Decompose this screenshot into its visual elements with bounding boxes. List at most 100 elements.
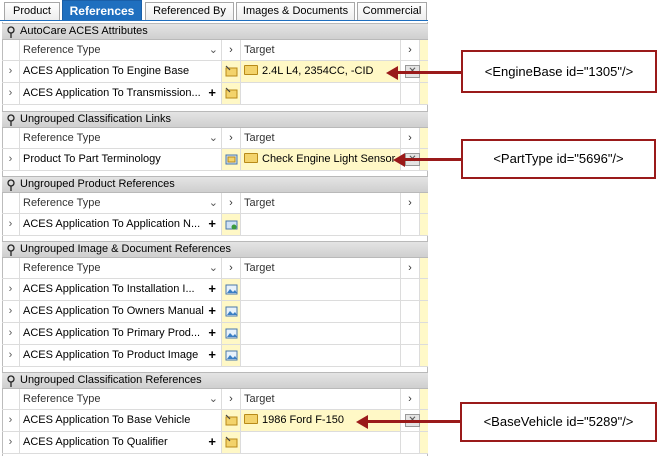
target-cell[interactable] (241, 432, 401, 453)
row-selector[interactable]: › (2, 61, 20, 82)
table-row[interactable]: › ACES Application To Qualifier + (2, 432, 428, 454)
reference-type-header[interactable]: Reference Type ⌄ (20, 258, 222, 278)
expand-arrow[interactable] (401, 432, 420, 453)
expand-arrow[interactable] (401, 214, 420, 235)
target-cell[interactable] (241, 301, 401, 322)
folder-link-icon[interactable] (222, 61, 241, 82)
add-icon[interactable]: + (208, 83, 216, 103)
pin-icon[interactable] (6, 26, 16, 38)
reference-type-cell: ACES Application To Product Image + (20, 345, 222, 366)
target-header[interactable]: Target (241, 258, 401, 278)
expand-arrow[interactable]: › (401, 40, 420, 60)
add-icon[interactable]: + (208, 301, 216, 321)
expand-arrow[interactable] (401, 345, 420, 366)
pin-icon[interactable] (6, 179, 16, 191)
chevron-down-icon[interactable]: ⌄ (209, 40, 218, 60)
table-row[interactable]: › Product To Part Terminology Check Engi… (2, 149, 428, 171)
expand-arrow[interactable]: › (401, 128, 420, 148)
row-selector[interactable]: › (2, 410, 20, 431)
pin-icon[interactable] (6, 244, 16, 256)
expand-arrow[interactable]: › (222, 193, 241, 213)
row-selector[interactable]: › (2, 214, 20, 235)
expand-arrow[interactable] (401, 83, 420, 104)
reference-type-header[interactable]: Reference Type ⌄ (20, 389, 222, 409)
pin-icon[interactable] (6, 114, 16, 126)
expand-arrow[interactable]: › (222, 389, 241, 409)
expand-arrow[interactable] (401, 279, 420, 300)
expand-arrow[interactable]: › (222, 40, 241, 60)
expand-arrow[interactable]: › (401, 193, 420, 213)
expand-arrow[interactable]: › (222, 258, 241, 278)
expand-arrow[interactable]: › (222, 128, 241, 148)
reference-type-header[interactable]: Reference Type ⌄ (20, 128, 222, 148)
folder-icon (244, 65, 258, 76)
target-header[interactable]: Target (241, 128, 401, 148)
table-row[interactable]: › ACES Application To Engine Base 2.4L L… (2, 61, 428, 83)
annotation-arrow (403, 158, 462, 161)
expand-arrow[interactable]: › (401, 258, 420, 278)
add-icon[interactable]: + (208, 323, 216, 343)
reference-type-header[interactable]: Reference Type ⌄ (20, 193, 222, 213)
chevron-down-icon[interactable]: ⌄ (209, 128, 218, 148)
tab-referenced-by[interactable]: Referenced By (145, 2, 234, 21)
tab-images-documents[interactable]: Images & Documents (236, 2, 355, 21)
chevron-down-icon[interactable]: ⌄ (209, 389, 218, 409)
delete-column (420, 193, 428, 213)
expand-arrow[interactable] (401, 301, 420, 322)
column-header-row: Reference Type ⌄ › Target › (2, 40, 428, 61)
row-selector[interactable]: › (2, 279, 20, 300)
target-cell[interactable]: 2.4L L4, 2354CC, -CID (241, 61, 401, 82)
table-row[interactable]: › ACES Application To Owners Manual + (2, 301, 428, 323)
section-title: Ungrouped Image & Document References (20, 243, 231, 255)
target-header[interactable]: Target (241, 40, 401, 60)
section-title: AutoCare ACES Attributes (20, 25, 148, 37)
table-row[interactable]: › ACES Application To Transmission... + (2, 83, 428, 105)
section-classification-references: Ungrouped Classification References Refe… (2, 372, 428, 454)
target-cell[interactable] (241, 323, 401, 344)
target-header[interactable]: Target (241, 389, 401, 409)
table-row[interactable]: › ACES Application To Application N... + (2, 214, 428, 236)
row-selector[interactable]: › (2, 345, 20, 366)
tab-references[interactable]: References (62, 0, 142, 21)
row-selector[interactable]: › (2, 323, 20, 344)
target-header[interactable]: Target (241, 193, 401, 213)
target-cell[interactable] (241, 279, 401, 300)
image-link-icon[interactable] (222, 279, 241, 300)
product-link-icon[interactable] (222, 214, 241, 235)
target-cell[interactable] (241, 345, 401, 366)
image-link-icon[interactable] (222, 345, 241, 366)
reference-type-cell: ACES Application To Application N... + (20, 214, 222, 235)
reference-type-header[interactable]: Reference Type ⌄ (20, 40, 222, 60)
add-icon[interactable]: + (208, 279, 216, 299)
tab-product[interactable]: Product (4, 2, 60, 21)
target-cell[interactable]: Check Engine Light Sensor (241, 149, 401, 170)
chevron-down-icon[interactable]: ⌄ (209, 193, 218, 213)
row-selector[interactable]: › (2, 301, 20, 322)
section-header: Ungrouped Classification Links (2, 111, 428, 128)
row-selector[interactable]: › (2, 432, 20, 453)
tab-commercial[interactable]: Commercial (357, 2, 427, 21)
row-selector (2, 258, 20, 278)
add-icon[interactable]: + (208, 345, 216, 365)
image-link-icon[interactable] (222, 323, 241, 344)
target-cell[interactable] (241, 83, 401, 104)
expand-arrow[interactable]: › (401, 389, 420, 409)
section-title: Ungrouped Product References (20, 178, 175, 190)
folder-link-icon[interactable] (222, 410, 241, 431)
table-row[interactable]: › ACES Application To Installation I... + (2, 279, 428, 301)
chevron-down-icon[interactable]: ⌄ (209, 258, 218, 278)
classification-link-icon[interactable] (222, 149, 241, 170)
row-selector[interactable]: › (2, 149, 20, 170)
row-selector[interactable]: › (2, 83, 20, 104)
folder-icon (244, 414, 258, 425)
table-row[interactable]: › ACES Application To Product Image + (2, 345, 428, 367)
table-row[interactable]: › ACES Application To Primary Prod... + (2, 323, 428, 345)
target-cell[interactable] (241, 214, 401, 235)
add-icon[interactable]: + (208, 214, 216, 234)
expand-arrow[interactable] (401, 323, 420, 344)
folder-link-icon[interactable] (222, 83, 241, 104)
pin-icon[interactable] (6, 375, 16, 387)
image-link-icon[interactable] (222, 301, 241, 322)
add-icon[interactable]: + (208, 432, 216, 452)
folder-link-icon[interactable] (222, 432, 241, 453)
